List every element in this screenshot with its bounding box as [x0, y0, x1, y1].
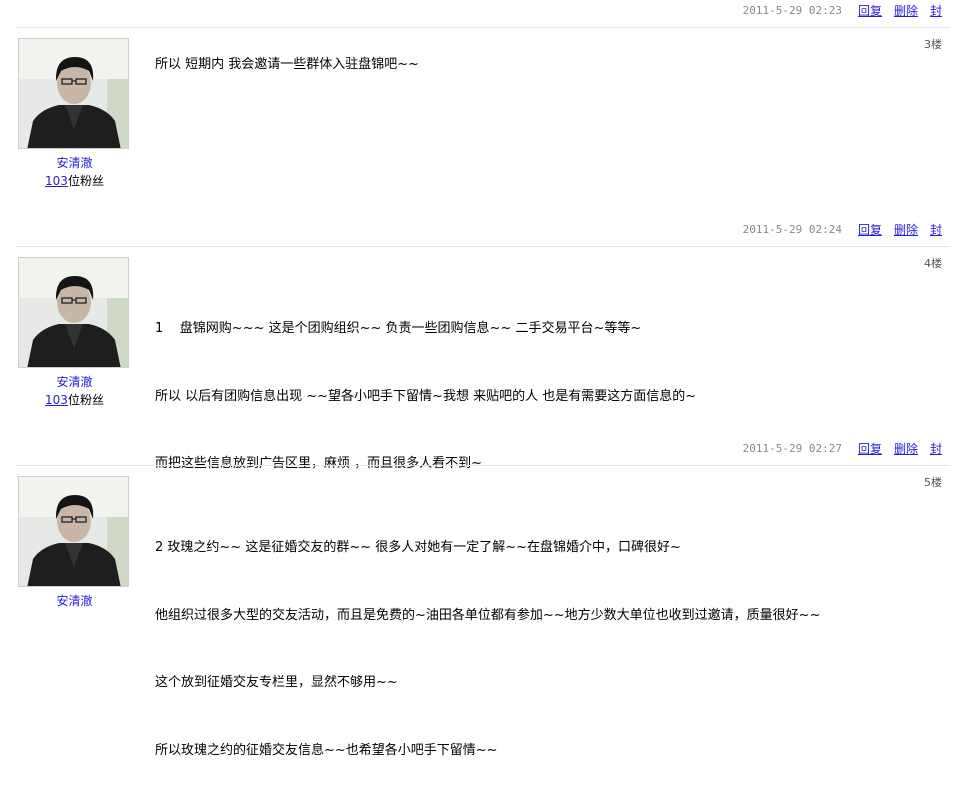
username-link[interactable]: 安清澈 — [18, 154, 131, 171]
fans-number-link[interactable]: 103 — [45, 393, 68, 407]
fans-count: 103位粉丝 — [18, 172, 131, 189]
post-floor-4: 安清澈 103位粉丝 4楼 1 盘锦网购~~~ 这是个团购组织~~ 负责一些团购… — [0, 247, 980, 471]
content-line: 他组织过很多大型的交友活动，而且是免费的~油田各单位都有参加~~地方少数大单位也… — [155, 607, 821, 623]
content-line: 1 盘锦网购~~~ 这是个团购组织~~ 负责一些团购信息~~ 二手交易平台~等等… — [155, 321, 642, 336]
delete-link[interactable]: 删除 — [894, 221, 918, 238]
reply-link[interactable]: 回复 — [858, 221, 882, 238]
reply-link[interactable]: 回复 — [858, 440, 882, 457]
floor-number: 5楼 — [924, 476, 942, 489]
ban-link[interactable]: 封 — [930, 440, 942, 457]
fans-count: 103位粉丝 — [18, 391, 131, 408]
username-link[interactable]: 安清澈 — [18, 373, 131, 390]
post-time: 2011-5-29 02:23 — [742, 3, 842, 17]
reply-link[interactable]: 回复 — [858, 2, 882, 19]
floor-number: 4楼 — [924, 257, 942, 270]
content-line: 所以玫瑰之约的征婚交友信息~~也希望各小吧手下留情~~ — [155, 742, 498, 758]
post-content: 2 玫瑰之约~~ 这是征婚交友的群~~ 很多人对她有一定了解~~在盘锦婚介中，口… — [155, 492, 820, 807]
post-content: 所以 短期内 我会邀请一些群体入驻盘锦吧~~ — [155, 54, 419, 77]
fans-suffix: 位粉丝 — [67, 174, 104, 188]
post-floor-3: 安清澈 103位粉丝 3楼 所以 短期内 我会邀请一些群体入驻盘锦吧~~ 201… — [0, 28, 980, 247]
post-meta-row: 2011-5-29 02:24 回复 删除 封 — [743, 220, 942, 238]
username-link[interactable]: 安清澈 — [18, 592, 131, 609]
ban-link[interactable]: 封 — [930, 2, 942, 19]
content-line: 这个放到征婚交友专栏里，显然不够用~~ — [155, 675, 398, 690]
post-meta-row: 2011-5-29 02:23 回复 删除 封 — [743, 1, 942, 19]
avatar[interactable] — [18, 476, 129, 587]
post-time: 2011-5-29 02:24 — [742, 222, 842, 236]
content-line: 所以 以后有团购信息出现 ~~望各小吧手下留情~我想 来贴吧的人 也是有需要这方… — [155, 388, 697, 404]
ban-link[interactable]: 封 — [930, 221, 942, 238]
fans-number-link[interactable]: 103 — [45, 174, 68, 188]
content-line: 所以 短期内 我会邀请一些群体入驻盘锦吧~~ — [155, 57, 420, 72]
post-time: 2011-5-29 02:27 — [742, 441, 842, 455]
delete-link[interactable]: 删除 — [894, 2, 918, 19]
post-meta-row: 2011-5-29 02:27 回复 删除 封 — [743, 439, 942, 457]
post-floor-5: 安清澈 5楼 2 玫瑰之约~~ 这是征婚交友的群~~ 很多人对她有一定了解~~在… — [0, 466, 980, 758]
avatar[interactable] — [18, 257, 129, 368]
floor-number: 3楼 — [924, 38, 942, 51]
fans-suffix: 位粉丝 — [67, 393, 104, 407]
delete-link[interactable]: 删除 — [894, 440, 918, 457]
content-line: 2 玫瑰之约~~ 这是征婚交友的群~~ 很多人对她有一定了解~~在盘锦婚介中，口… — [155, 540, 681, 555]
avatar[interactable] — [18, 38, 129, 149]
